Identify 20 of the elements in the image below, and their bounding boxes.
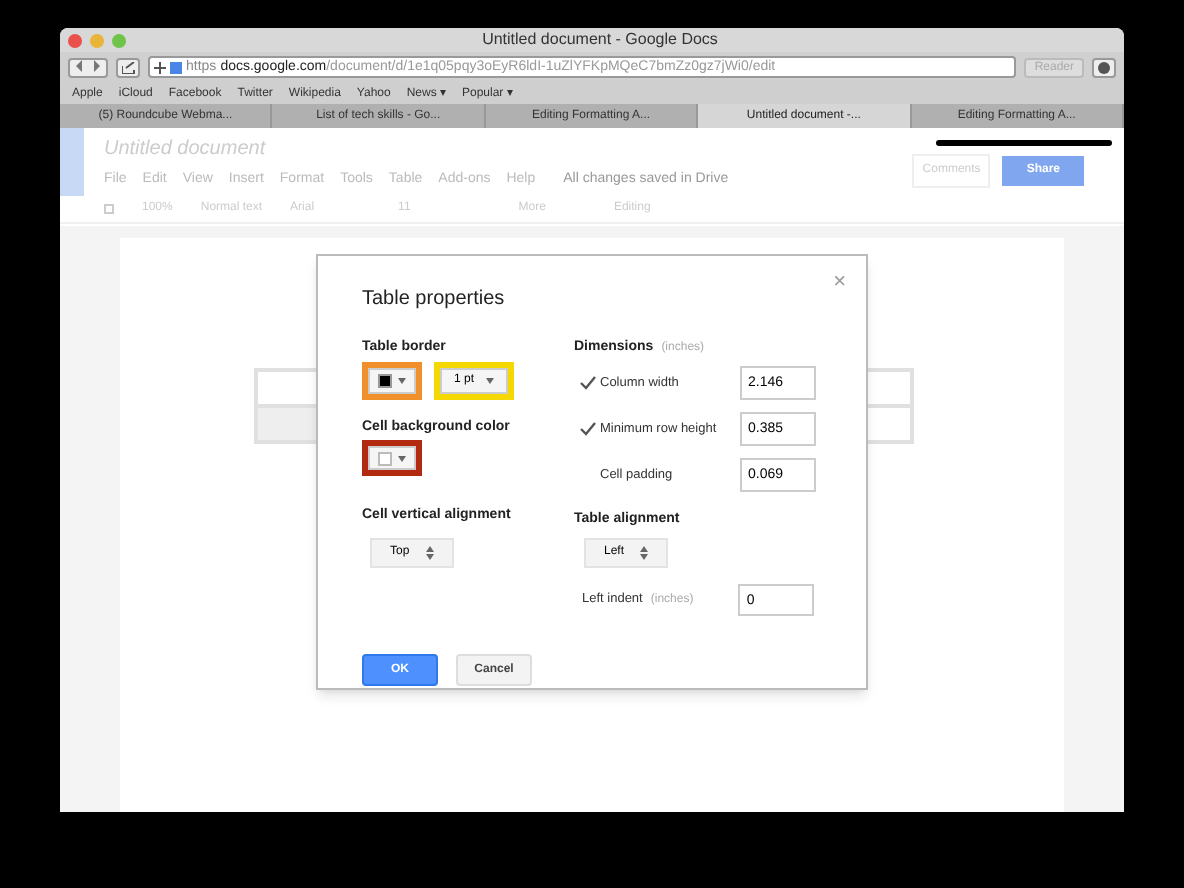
downloads-button[interactable] (1092, 57, 1116, 77)
border-color-button[interactable] (368, 367, 416, 393)
back-forward-icon (76, 59, 100, 72)
caret-icon (486, 377, 495, 383)
downloads-icon (1098, 61, 1110, 73)
caret-icon (398, 455, 406, 461)
close-window-icon[interactable] (68, 33, 82, 47)
site-icon (170, 61, 182, 73)
share-icon (121, 61, 135, 73)
checkbox[interactable] (579, 421, 595, 437)
window-title: Untitled document - Google Docs (480, 32, 720, 48)
dialog-title: Table properties (362, 286, 507, 314)
background-color-button[interactable] (368, 446, 416, 470)
up-down-icon (640, 546, 649, 560)
up-down-icon (425, 545, 434, 559)
plus-icon (154, 61, 166, 73)
caret-icon (398, 377, 406, 383)
share-button[interactable] (116, 57, 140, 77)
back-forward-button[interactable] (68, 57, 108, 77)
checkbox[interactable] (579, 375, 595, 391)
